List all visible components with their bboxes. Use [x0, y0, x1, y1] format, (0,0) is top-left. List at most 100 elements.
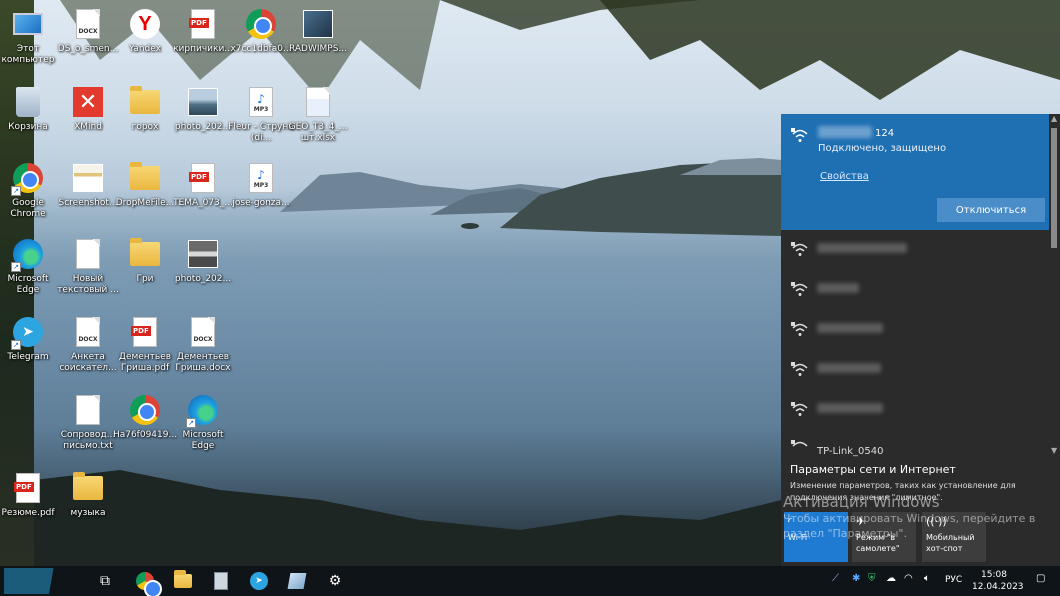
desktop-icon-new-text[interactable]: Новый текстовый ...: [56, 236, 120, 296]
desktop-icon-this-pc[interactable]: Этот компьютер: [0, 6, 60, 66]
folder-icon: [73, 472, 103, 500]
desktop-icon-recycle-bin[interactable]: Корзина: [0, 84, 60, 133]
desktop-icon-tema-pdf[interactable]: PDF TEMA_073_...: [171, 160, 235, 209]
mp3-file-icon: ♪ MP3: [249, 87, 273, 117]
volume-icon[interactable]: 🔈︎: [924, 573, 930, 584]
chrome-icon: [130, 395, 160, 425]
network-wifi-icon[interactable]: ◠: [904, 573, 913, 584]
desktop-icon-chrome-file[interactable]: x7cc1dbfa0...: [229, 6, 293, 55]
desktop-icon-docx[interactable]: DOCX DS_o_smen...: [56, 6, 120, 55]
desktop-icon-soprovod-txt[interactable]: Сопровод... письмо.txt: [56, 392, 120, 452]
desktop-icon-folder-gri[interactable]: Гри: [113, 236, 177, 285]
bluetooth-icon[interactable]: ✱: [852, 573, 860, 584]
desktop-icon-xmind[interactable]: ✕ XMind: [56, 84, 120, 133]
system-clock[interactable]: 15:08 12.04.2023: [972, 569, 1024, 593]
network-list-item[interactable]: [781, 230, 1049, 270]
network-name-blurred: [817, 323, 883, 333]
mp3-file-icon: ♪ MP3: [249, 163, 273, 193]
wifi-secured-icon: [791, 282, 809, 298]
network-name-blurred: [818, 126, 872, 138]
settings-gear-icon[interactable]: ⚙: [324, 570, 346, 592]
properties-link[interactable]: Свойства: [820, 171, 869, 182]
network-status: Подключено, защищено: [818, 143, 947, 154]
network-list-item[interactable]: TP-Link_0540: [781, 436, 1049, 458]
desktop-icon-jose-mp3[interactable]: ♪ MP3 jose-gonza...: [229, 160, 293, 209]
yandex-browser-icon: Y: [130, 9, 160, 39]
computer-icon: [13, 13, 43, 35]
xmind-icon: ✕: [73, 87, 103, 117]
recycle-bin-icon: [16, 87, 40, 117]
folder-icon: [130, 238, 160, 266]
desktop-icon-folder-gorokh[interactable]: горох: [113, 84, 177, 133]
network-name: 124: [875, 128, 895, 139]
calculator-icon[interactable]: [210, 570, 232, 592]
network-name-blurred: [817, 363, 881, 373]
desktop-icon-telegram[interactable]: ➤ ↗ Telegram: [0, 314, 60, 363]
docx-file-icon: DOCX: [76, 317, 100, 347]
network-list-item[interactable]: [781, 310, 1049, 350]
wifi-secured-icon: [791, 128, 809, 144]
docx-file-icon: DOCX: [191, 317, 215, 347]
scroll-up-arrow-icon[interactable]: ▲: [1051, 114, 1057, 123]
desktop-icon-screenshot[interactable]: Screenshot...: [56, 160, 120, 209]
telegram-taskbar-icon[interactable]: ➤: [248, 570, 270, 592]
chrome-taskbar-icon[interactable]: [134, 570, 162, 596]
task-view-icon[interactable]: ⧉: [94, 570, 116, 592]
file-explorer-icon[interactable]: [172, 570, 194, 592]
pen-icon[interactable]: ⟋: [832, 573, 839, 584]
desktop-icon-microsoft-edge[interactable]: ↗ Microsoft Edge: [0, 236, 60, 296]
desktop-icon-chrome-file-2[interactable]: Ha76f09419...: [113, 392, 177, 441]
security-shield-icon[interactable]: ⛨: [868, 573, 876, 584]
network-list-item[interactable]: [781, 270, 1049, 310]
input-language[interactable]: РУС: [945, 575, 962, 585]
activation-watermark-text: Чтобы активировать Windows, перейдите в …: [783, 512, 1036, 540]
notes-app-icon[interactable]: [286, 570, 308, 592]
desktop-icon-google-chrome[interactable]: ↗ Google Chrome: [0, 160, 60, 220]
network-list-item[interactable]: [781, 390, 1049, 430]
scrollbar-thumb[interactable]: [1051, 128, 1057, 248]
start-button[interactable]: [4, 568, 82, 594]
wifi-secured-icon: [791, 242, 809, 258]
desktop-icon-dementiev-docx[interactable]: DOCX Дементьев Гриша.docx: [171, 314, 235, 374]
notes-body: [287, 573, 307, 589]
pdf-file-icon: PDF: [189, 9, 215, 39]
desktop-icon-dementiev-pdf[interactable]: PDF Дементьев Гриша.pdf: [113, 314, 177, 374]
network-settings-link[interactable]: Параметры сети и Интернет: [790, 463, 956, 476]
network-name-blurred: [817, 243, 907, 253]
desktop-icon-resume-pdf[interactable]: PDF Резюме.pdf: [0, 470, 60, 519]
taskbar: ⧉ ➤ ⚙ ⟋ ✱ ⛨ ☁ ◠ 🔈︎ РУС 15:08 12.04.2023 …: [0, 566, 1060, 596]
chrome-icon: [246, 9, 276, 39]
network-list-item[interactable]: [781, 350, 1049, 390]
desktop-icon-dropmefile[interactable]: DropMeFile...: [113, 160, 177, 209]
pdf-file-icon: PDF: [189, 163, 215, 193]
shortcut-arrow-icon: ↗: [186, 418, 196, 428]
desktop-icon-microsoft-edge-2[interactable]: ↗ Microsoft Edge: [171, 392, 235, 452]
onedrive-icon[interactable]: ☁: [886, 573, 896, 584]
desktop-icon-folder-music[interactable]: музыка: [56, 470, 120, 519]
telegram-icon: ➤: [250, 572, 268, 590]
desktop-icon-mp3[interactable]: ♪ MP3 Fleur - Струна (di...: [228, 84, 294, 144]
shortcut-arrow-icon: ↗: [11, 262, 21, 272]
scroll-down-arrow-icon[interactable]: ▼: [1051, 446, 1057, 455]
disconnect-button[interactable]: Отключиться: [937, 198, 1045, 222]
desktop-icon-yandex[interactable]: Y Yandex: [113, 6, 177, 55]
network-name-partial: TP-Link_0540: [817, 446, 884, 457]
desktop-icon-video[interactable]: RADWIMPS...: [286, 6, 350, 55]
notification-center-icon[interactable]: ▢: [1036, 573, 1045, 584]
network-name-blurred: [817, 283, 859, 293]
activation-watermark-title: Активация Windows: [783, 493, 940, 511]
desktop-icon-anketa[interactable]: DOCX Анкета соискател...: [56, 314, 120, 374]
folder-icon: [174, 570, 192, 588]
desktop-icon-photo-2[interactable]: photo_202...: [171, 236, 235, 285]
wifi-secured-icon: [791, 440, 809, 456]
wifi-secured-icon: [791, 402, 809, 418]
pdf-file-icon: PDF: [14, 473, 40, 503]
desktop-icon-pdf[interactable]: PDF кирпичики...: [171, 6, 235, 55]
desktop-icon-xlsx[interactable]: GEO_T3_4_... шт.xlsx: [286, 84, 350, 144]
screenshot-icon: [73, 164, 103, 192]
connected-network-card[interactable]: 124 Подключено, защищено Свойства Отключ…: [781, 114, 1049, 230]
xlsx-file-icon: [306, 87, 330, 117]
wifi-secured-icon: [791, 322, 809, 338]
desktop-icon-photo[interactable]: photo_202...: [171, 84, 235, 133]
chrome-icon: [136, 572, 162, 596]
